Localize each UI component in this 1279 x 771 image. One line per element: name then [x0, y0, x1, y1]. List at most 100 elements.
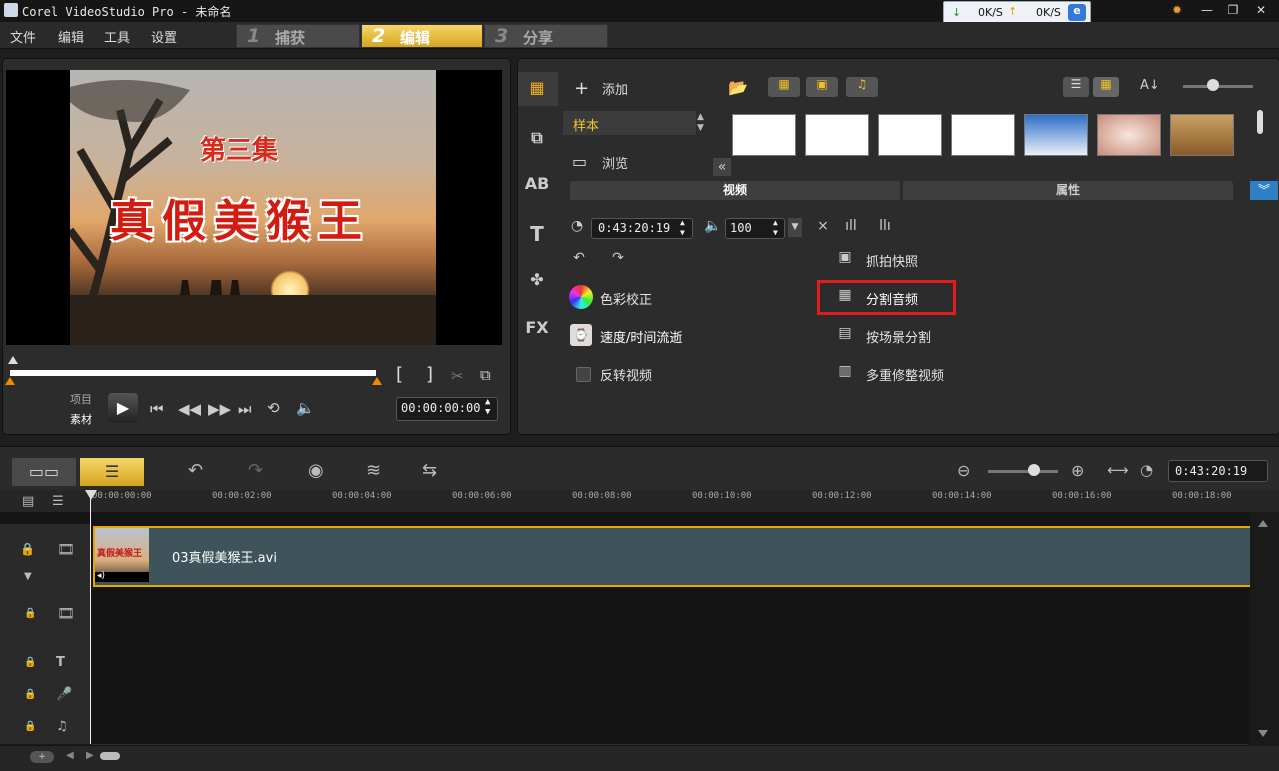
- scroll-right-arrow[interactable]: ▶: [86, 750, 94, 761]
- mark-out-button[interactable]: ]: [426, 364, 433, 385]
- timeline-playhead[interactable]: [90, 492, 91, 744]
- scroll-up-arrow[interactable]: [1258, 520, 1268, 527]
- color-correction-option[interactable]: 色彩校正: [600, 289, 652, 308]
- multi-trim-option[interactable]: 多重修整视频: [866, 365, 944, 384]
- multi-trim-icon[interactable]: ▥: [834, 363, 856, 383]
- restore-button[interactable]: ❐: [1222, 2, 1244, 18]
- horizontal-scroll-thumb[interactable]: [100, 752, 120, 760]
- volume-icon[interactable]: 🔈: [296, 399, 315, 417]
- fit-project-icon[interactable]: ⟷: [1107, 461, 1129, 479]
- track-lock-icon[interactable]: 🔒: [24, 657, 36, 668]
- playhead-marker[interactable]: [8, 356, 18, 364]
- graphics-icon[interactable]: ✤: [523, 268, 551, 292]
- next-frame-icon[interactable]: ▶▶: [208, 400, 231, 418]
- duration-spinner[interactable]: ▲ ▼: [680, 218, 685, 238]
- volume-field[interactable]: 100 ▲ ▼: [725, 218, 785, 239]
- transition-icon[interactable]: ⧉: [523, 126, 551, 150]
- title-ab-icon[interactable]: AB: [523, 172, 551, 196]
- settings-ball-icon[interactable]: ✹: [1166, 2, 1188, 18]
- thumbnail-view-icon[interactable]: ▦: [1093, 77, 1119, 97]
- rotate-left-icon[interactable]: ↶: [568, 250, 590, 270]
- track-lock-icon[interactable]: 🔒: [24, 721, 36, 732]
- sort-az-icon[interactable]: A↓: [1140, 78, 1160, 93]
- fade-out-icon[interactable]: llı: [874, 218, 896, 238]
- library-scrollbar[interactable]: [1257, 110, 1263, 134]
- library-thumb[interactable]: [878, 114, 942, 156]
- options-collapse-icon[interactable]: ︾: [1250, 181, 1278, 200]
- tab-video[interactable]: 视频: [570, 181, 900, 200]
- list-view-icon[interactable]: ☰: [1063, 77, 1089, 97]
- text-t-icon[interactable]: T: [523, 222, 551, 246]
- track-lock-icon[interactable]: 🔒: [20, 542, 35, 556]
- browse-row[interactable]: ▭ 浏览: [562, 150, 708, 178]
- library-thumb[interactable]: [1170, 114, 1234, 156]
- speed-time-lapse-icon[interactable]: ⌚: [570, 324, 592, 346]
- menu-settings[interactable]: 设置: [151, 27, 177, 46]
- mute-icon[interactable]: ⨯: [812, 218, 834, 238]
- rotate-right-icon[interactable]: ↷: [607, 250, 629, 270]
- end-icon[interactable]: ⏭: [238, 400, 252, 418]
- snapshot-icon[interactable]: ▣: [834, 249, 856, 269]
- reverse-video-checkbox[interactable]: [576, 367, 591, 382]
- volume-spinner[interactable]: ▲ ▼: [773, 218, 778, 238]
- mode-project[interactable]: 项目: [70, 391, 92, 407]
- scissors-icon[interactable]: ✂: [451, 367, 464, 385]
- menu-edit[interactable]: 编辑: [58, 27, 84, 46]
- thumbnail-size-knob[interactable]: [1207, 79, 1219, 91]
- audio-mixer-icon[interactable]: ≋: [366, 460, 381, 481]
- add-folder-row[interactable]: + 添加: [562, 76, 708, 104]
- timecode-spinner[interactable]: ▲ ▼: [485, 397, 490, 417]
- record-capture-icon[interactable]: ◉: [308, 460, 324, 481]
- video-track-icon[interactable]: 🎞: [57, 542, 75, 558]
- close-button[interactable]: ✕: [1250, 2, 1272, 18]
- track-lock-icon[interactable]: 🔒: [24, 608, 36, 619]
- duration-field[interactable]: 0:43:20:19 ▲ ▼: [591, 218, 693, 239]
- home-icon[interactable]: ⏮: [150, 400, 164, 418]
- trim-end-handle[interactable]: [372, 377, 382, 385]
- library-thumb[interactable]: [951, 114, 1015, 156]
- redo-icon[interactable]: ↷: [248, 460, 263, 481]
- zoom-out-icon[interactable]: ⊖: [957, 461, 970, 480]
- voice-track-icon[interactable]: 🎤: [56, 687, 72, 702]
- split-by-scene-icon[interactable]: ▤: [834, 325, 856, 345]
- step-tab-capture[interactable]: 1 捕获: [236, 24, 360, 48]
- minimize-button[interactable]: —: [1196, 2, 1218, 18]
- step-tab-share[interactable]: 3 分享: [484, 24, 608, 48]
- enlarge-preview-icon[interactable]: ⧉: [480, 366, 491, 384]
- library-thumb[interactable]: [1024, 114, 1088, 156]
- previous-frame-icon[interactable]: ◀◀: [178, 400, 201, 418]
- snapshot-option[interactable]: 抓拍快照: [866, 251, 918, 270]
- zoom-slider[interactable]: [988, 470, 1058, 473]
- scroll-left-arrow[interactable]: ◀: [66, 750, 74, 761]
- play-button[interactable]: ▶: [108, 393, 138, 423]
- vertical-scroll-track[interactable]: [1250, 512, 1279, 746]
- step-tab-edit[interactable]: 2 编辑: [361, 24, 483, 48]
- collapse-library-icon[interactable]: «: [713, 158, 731, 176]
- mark-in-button[interactable]: [: [396, 364, 403, 385]
- chapter-icon[interactable]: ☰: [52, 494, 64, 509]
- menu-file[interactable]: 文件: [10, 27, 36, 46]
- fade-in-icon[interactable]: ıll: [840, 218, 862, 238]
- mode-clip[interactable]: 素材: [70, 411, 92, 427]
- auto-music-icon[interactable]: ⇆: [422, 460, 437, 481]
- track-lock-icon[interactable]: 🔒: [24, 689, 36, 700]
- menu-tools[interactable]: 工具: [104, 27, 130, 46]
- repeat-icon[interactable]: ⟲: [267, 399, 280, 417]
- split-by-scene-option[interactable]: 按场景分割: [866, 327, 931, 346]
- scrubber-bar[interactable]: [10, 370, 376, 376]
- speed-time-lapse-option[interactable]: 速度/时间流逝: [600, 327, 682, 346]
- library-thumb[interactable]: [805, 114, 869, 156]
- volume-dropdown-icon[interactable]: ▼: [788, 218, 802, 237]
- storyboard-view-button[interactable]: ▭▭: [12, 458, 76, 486]
- preview-timecode[interactable]: 00:00:00:00 ▲ ▼: [396, 397, 498, 421]
- timeline-playhead-handle[interactable]: [85, 490, 97, 500]
- timeline-view-button[interactable]: ☰: [80, 458, 144, 486]
- tab-attributes[interactable]: 属性: [903, 181, 1233, 200]
- trim-start-handle[interactable]: [5, 377, 15, 385]
- sample-scroll-arrows[interactable]: ▲ ▼: [697, 112, 704, 134]
- browser-icon[interactable]: e: [1068, 4, 1086, 21]
- fx-filter-icon[interactable]: FX: [523, 316, 551, 340]
- title-track-icon[interactable]: T: [56, 655, 65, 670]
- show-photo-icon[interactable]: ▣: [806, 77, 838, 97]
- library-thumb[interactable]: [1097, 114, 1161, 156]
